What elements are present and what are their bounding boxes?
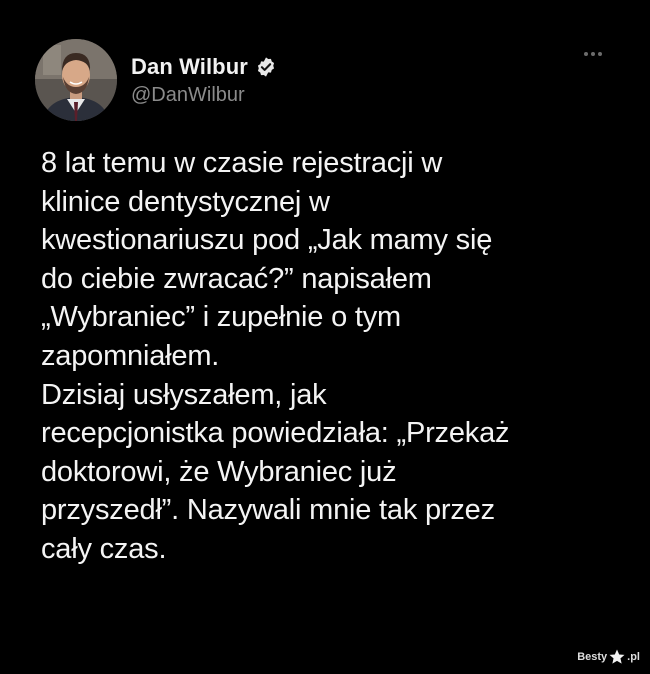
author-handle[interactable]: @DanWilbur bbox=[131, 84, 245, 107]
more-horizontal-icon[interactable] bbox=[584, 52, 602, 56]
avatar[interactable] bbox=[35, 39, 117, 121]
author-name-row: Dan Wilbur bbox=[131, 54, 277, 80]
tweet-text: 8 lat temu w czasie rejestracji w klinic… bbox=[41, 147, 510, 565]
star-icon bbox=[609, 649, 625, 664]
author-display-name[interactable]: Dan Wilbur bbox=[131, 54, 248, 80]
watermark-brand: Besty bbox=[577, 651, 608, 663]
verified-badge-icon bbox=[255, 56, 277, 78]
avatar-photo bbox=[35, 39, 117, 121]
watermark-domain: .pl bbox=[627, 651, 640, 663]
watermark: Besty .pl bbox=[577, 648, 640, 666]
